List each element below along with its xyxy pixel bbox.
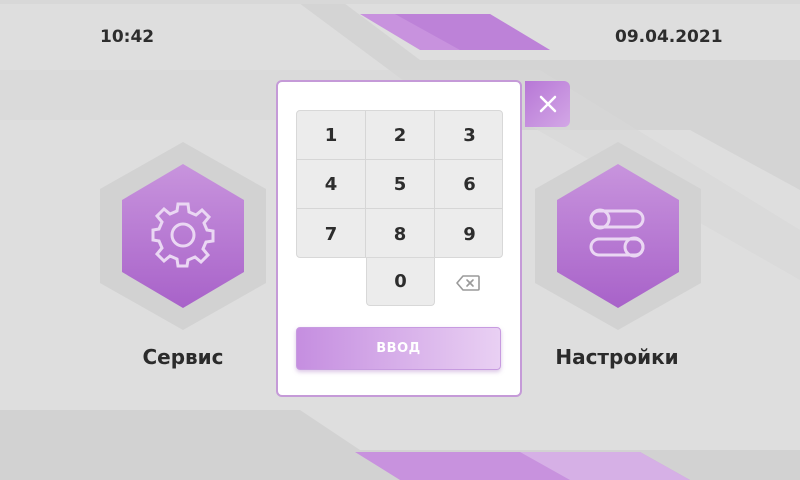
key-4[interactable]: 4 <box>297 160 366 209</box>
key-8[interactable]: 8 <box>366 209 435 257</box>
close-icon <box>539 95 556 113</box>
status-date: 09.04.2021 <box>615 27 723 47</box>
key-7[interactable]: 7 <box>297 209 366 257</box>
key-3[interactable]: 3 <box>435 111 502 160</box>
key-6[interactable]: 6 <box>435 160 502 209</box>
backspace-button[interactable] <box>452 270 484 296</box>
key-5[interactable]: 5 <box>366 160 435 209</box>
numeric-keypad: 1 2 3 4 5 6 7 8 9 <box>296 110 503 258</box>
close-button[interactable] <box>525 81 570 127</box>
key-9[interactable]: 9 <box>435 209 502 257</box>
backspace-icon <box>456 275 480 291</box>
enter-button[interactable]: ВВОД <box>296 327 501 370</box>
status-time: 10:42 <box>100 27 155 47</box>
settings-label: Настройки <box>555 345 679 369</box>
key-1[interactable]: 1 <box>297 111 366 160</box>
key-0[interactable]: 0 <box>366 258 435 306</box>
settings-tile[interactable] <box>533 140 703 332</box>
service-label: Сервис <box>142 345 224 369</box>
key-2[interactable]: 2 <box>366 111 435 160</box>
service-tile[interactable] <box>98 140 268 332</box>
